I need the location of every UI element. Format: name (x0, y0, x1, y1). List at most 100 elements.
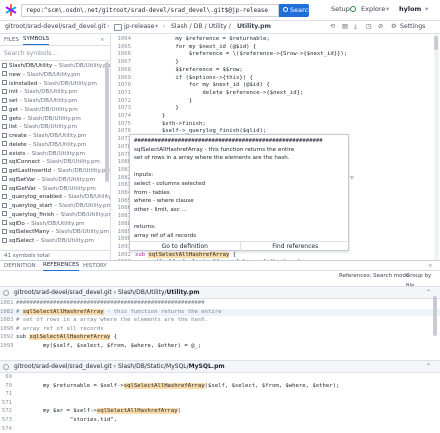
line-number[interactable]: 1070 (111, 82, 135, 90)
symbol-list-item[interactable]: sqlSetVar – Slash/DB/Utility.pm (0, 176, 110, 185)
symbol-list-item[interactable]: init – Slash/DB/Utility.pm (0, 88, 110, 97)
line-number[interactable]: 1067 (111, 59, 135, 67)
line-number[interactable]: 1071 (111, 90, 135, 98)
tab-definition[interactable]: DEFINITION (4, 261, 36, 271)
line-number: 571 (1, 399, 12, 406)
line-number[interactable]: 1075 (111, 121, 135, 129)
line-number[interactable]: 1069 (111, 75, 135, 83)
reference-line[interactable]: 71 (0, 391, 440, 398)
reference-line[interactable]: 573 "stories.tid", (0, 417, 440, 424)
symbol-name: sqlSelectMany (9, 229, 50, 236)
line-number[interactable]: 1064 (111, 36, 135, 44)
settings-link[interactable]: Settings (400, 21, 425, 33)
reference-line[interactable]: 70 my $returnable = $self->sqlSelectAllH… (0, 382, 440, 390)
line-number[interactable]: 1092 (111, 252, 135, 260)
reference-line[interactable]: 1083 # set of rows in a array where the e… (0, 317, 440, 324)
code-text: $$reference = $$row; (135, 66, 243, 73)
symbol-list-item[interactable]: new – Slash/DB/Utility.pm (0, 71, 110, 80)
go-to-definition-button[interactable]: Go to definition (130, 242, 241, 252)
reference-line[interactable]: 1081 ####################################… (0, 300, 440, 307)
code-line: 1070 for my $next_id (@$id) { (111, 82, 440, 90)
highlighted-symbol[interactable]: sqlSelectAllHashrefArray (148, 251, 230, 258)
branch-chevron-down-icon[interactable]: ▾ (155, 21, 158, 33)
symbol-list-item[interactable]: list – Slash/DB/Utility.pm (0, 123, 110, 132)
symbol-list-item[interactable]: _querylog_start – Slash/DB/Utility.pm (0, 202, 110, 211)
setup-link[interactable]: Setup (331, 5, 350, 13)
reference-line[interactable]: 572 my $ar = $self->sqlSelectAllHashrefA… (0, 408, 440, 415)
code-text: ($self, $select, $from, $where, $other); (204, 382, 340, 389)
link-icon[interactable]: ⊘ (378, 21, 383, 33)
line-number[interactable]: 1073 (111, 105, 135, 113)
reference-line[interactable]: 1090 # array ref of all records (0, 326, 440, 333)
symbol-list-item[interactable]: exists – Slash/DB/Utility.pm (0, 150, 110, 159)
repo-link[interactable]: gitroot/srad-devel/srad_devel.git (5, 21, 106, 33)
symbol-list-item[interactable]: isInstalled – Slash/DB/Utility.pm (0, 80, 110, 89)
line-number[interactable]: 1066 (111, 51, 135, 59)
line-number[interactable]: 1072 (111, 98, 135, 106)
close-sidebar-icon[interactable]: × (100, 34, 105, 46)
symbol-list-item[interactable]: getLastInsertId – Slash/DB/Utility.pm (0, 167, 110, 176)
line-number[interactable]: 1074 (111, 113, 135, 121)
symbol-context: – Slash/DB/Utility.pm (28, 141, 87, 148)
history-icon[interactable]: ⟲ (330, 21, 335, 33)
symbol-list-item[interactable]: gets – Slash/DB/Utility.pm (0, 115, 110, 124)
symbol-list-item[interactable]: create – Slash/DB/Utility.pm (0, 132, 110, 141)
raw-file-icon[interactable]: ▤ (342, 21, 348, 33)
symbol-list-item[interactable]: sqlSelectMany – Slash/DB/Utility.pm (0, 228, 110, 237)
find-references-button[interactable]: Find references (241, 242, 351, 252)
search-button[interactable]: Search (279, 4, 312, 17)
code-text: ########################################… (16, 300, 205, 306)
symbol-search-input[interactable]: Search symbols... (0, 47, 110, 61)
line-number[interactable]: 1065 (111, 44, 135, 52)
code-scrollbar-thumb[interactable] (434, 36, 438, 50)
code-text: # (16, 308, 23, 315)
search-input[interactable]: repo:^scm\.osdn\.net/gitroot/srad-devel/… (21, 4, 279, 17)
code-view-icon[interactable]: ◳ (366, 21, 372, 33)
code-scrollbar-track[interactable] (434, 34, 439, 260)
sourcegraph-logo-icon[interactable] (5, 4, 17, 16)
symbol-context: – Slash/DB/Utility.pm (37, 185, 96, 192)
branch-selector[interactable]: jp-release (124, 21, 154, 33)
user-menu[interactable]: hylom (399, 5, 421, 13)
path-breadcrumb[interactable]: Slash / DB / Utility / (171, 21, 231, 33)
reference-file-header[interactable]: gitroot/srad-devel/srad_devel.git › Slas… (0, 286, 440, 299)
symbol-list-item[interactable]: _querylog_enabled – Slash/DB/Utility.pm (0, 193, 110, 202)
symbol-kind-icon (2, 115, 7, 120)
collapse-chevron-icon[interactable]: ⌃ (426, 287, 431, 299)
symbol-list-item[interactable]: Slash/DB/Utility – Slash/DB/Utility.pm (0, 62, 110, 71)
status-ok-icon[interactable] (350, 6, 356, 12)
reference-line[interactable]: 571 (0, 400, 440, 407)
tab-files[interactable]: FILES (4, 34, 19, 46)
symbol-list-item[interactable]: _querylog_finish – Slash/DB/Utility.pm (0, 211, 110, 220)
reference-line[interactable]: 1092 sub sqlSelectAllHashrefArray { (0, 334, 440, 341)
close-panel-icon[interactable]: × (428, 261, 433, 271)
download-icon[interactable]: ⤓ (354, 21, 357, 33)
gear-icon[interactable]: ⚙ (391, 21, 397, 33)
explore-link[interactable]: Explore (361, 5, 385, 13)
collapse-chevron-icon[interactable]: ⌃ (426, 361, 431, 373)
symbol-context: – Slash/DB/Utility.pm (22, 115, 81, 122)
reference-file-name: Utility.pm (166, 289, 200, 296)
reference-file-header[interactable]: gitroot/srad-devel/srad_devel.git › Slas… (0, 360, 440, 373)
symbol-list-item[interactable]: set – Slash/DB/Utility.pm (0, 97, 110, 106)
reference-line[interactable]: 1082 # sqlSelectAllHashrefArray - this fu… (0, 308, 440, 316)
code-text: my $ar = $self-> (16, 408, 97, 415)
line-number[interactable]: 1068 (111, 67, 135, 75)
reference-line[interactable]: 69 (0, 374, 440, 381)
symbol-list-item[interactable]: sqlDo – Slash/DB/Utility.pm (0, 220, 110, 229)
reference-line[interactable]: 1093 my($self, $select, $from, $where, $… (0, 343, 440, 350)
reference-line[interactable]: 574 (0, 426, 440, 433)
tab-references[interactable]: REFERENCES (43, 261, 80, 271)
symbol-list-item[interactable]: sqlSelect – Slash/DB/Utility.pm (0, 237, 110, 246)
user-chevron-down-icon[interactable]: ▾ (425, 5, 428, 13)
symbol-list-item[interactable]: delete – Slash/DB/Utility.pm (0, 141, 110, 150)
explore-chevron-down-icon[interactable]: ▾ (386, 5, 389, 13)
symbol-name: sqlConnect (9, 159, 41, 166)
sidebar-scrollbar[interactable] (105, 62, 109, 182)
tab-symbols[interactable]: SYMBOLS (23, 34, 50, 45)
references-scrollbar[interactable] (433, 296, 437, 336)
tab-history[interactable]: HISTORY (83, 261, 107, 271)
symbol-list-item[interactable]: get – Slash/DB/Utility.pm (0, 106, 110, 115)
symbol-list-item[interactable]: sqlGetVar – Slash/DB/Utility.pm (0, 185, 110, 194)
symbol-list-item[interactable]: sqlConnect – Slash/DB/Utility.pm (0, 158, 110, 167)
